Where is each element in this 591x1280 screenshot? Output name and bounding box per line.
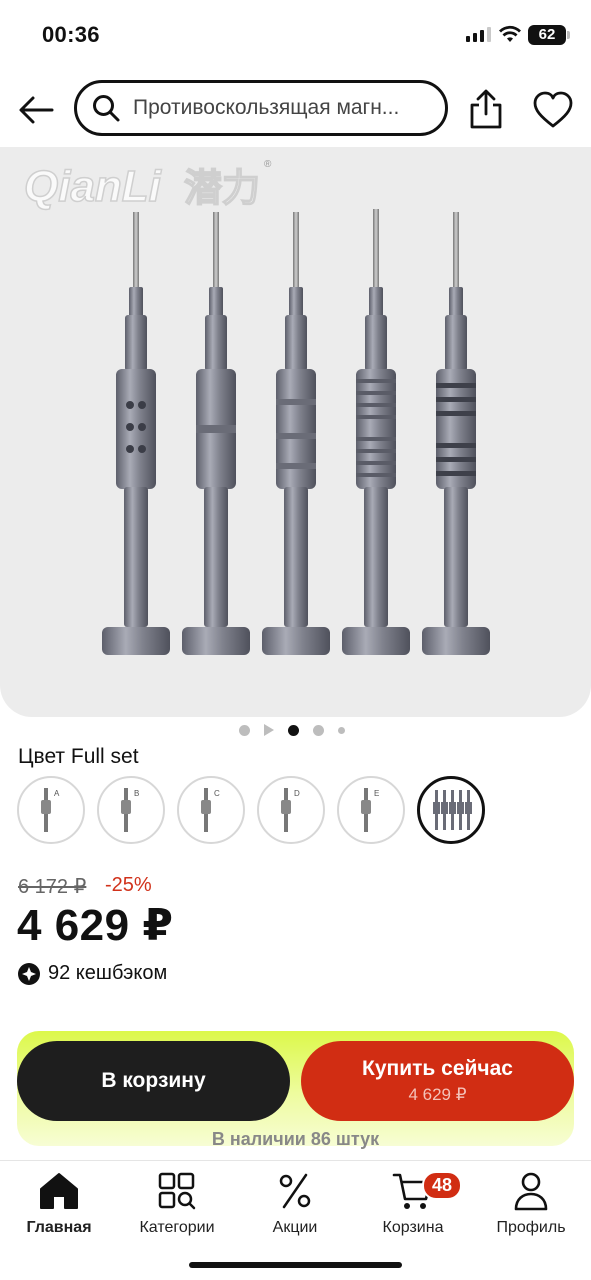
search-query: Противоскользящая магн... bbox=[133, 96, 400, 119]
add-to-cart-button[interactable]: В корзину bbox=[17, 1041, 290, 1121]
buy-now-price: 4 629 ₽ bbox=[408, 1085, 467, 1104]
stock-info: В наличии 86 штук bbox=[211, 1129, 380, 1149]
favorite-heart-icon[interactable] bbox=[532, 90, 574, 130]
status-time: 00:36 bbox=[42, 22, 100, 47]
svg-text:D: D bbox=[294, 789, 300, 798]
current-price: 4 629 ₽ bbox=[17, 901, 174, 950]
screwdriver-thumb-icon: D bbox=[281, 788, 300, 832]
buy-now-label: Купить сейчас bbox=[362, 1057, 513, 1080]
top-header: Противоскользящая магн... bbox=[0, 78, 591, 140]
video-play-dot-icon[interactable] bbox=[264, 724, 274, 736]
home-indicator[interactable] bbox=[189, 1262, 402, 1268]
wifi-icon bbox=[499, 25, 521, 42]
svg-text:C: C bbox=[214, 789, 220, 798]
swatch-full-set-selected[interactable] bbox=[417, 776, 485, 844]
color-label: Цвет Full set bbox=[18, 745, 139, 768]
back-arrow-icon[interactable] bbox=[16, 90, 56, 130]
swatch-e[interactable]: E bbox=[337, 776, 405, 844]
cashback-icon bbox=[18, 962, 40, 985]
color-swatches: A B C D E bbox=[17, 776, 485, 844]
status-bar: 00:36 62 bbox=[0, 0, 591, 70]
categories-icon bbox=[158, 1172, 196, 1210]
cashback-text: 92 кешбэком bbox=[48, 962, 168, 984]
tab-label: Акции bbox=[272, 1219, 318, 1236]
home-icon bbox=[40, 1173, 78, 1209]
screwdriver-set-thumb-icon bbox=[433, 790, 472, 830]
carousel-dot[interactable] bbox=[313, 724, 324, 736]
buy-panel: В корзину Купить сейчас 4 629 ₽ В наличи… bbox=[17, 1031, 574, 1149]
percent-icon bbox=[279, 1173, 311, 1209]
cellular-signal-icon bbox=[466, 26, 491, 42]
carousel-dot[interactable] bbox=[338, 726, 345, 734]
buy-now-button[interactable]: Купить сейчас 4 629 ₽ bbox=[301, 1041, 574, 1121]
profile-icon bbox=[514, 1172, 548, 1211]
tab-home[interactable]: Главная bbox=[0, 1169, 118, 1237]
image-carousel-dots[interactable] bbox=[239, 724, 345, 736]
old-price: 6 172 ₽ bbox=[18, 876, 87, 898]
screwdriver-thumb-icon: B bbox=[121, 788, 139, 832]
product-image[interactable]: QianLi 潜力 ® bbox=[0, 147, 591, 717]
search-input[interactable]: Противоскользящая магн... bbox=[74, 80, 448, 136]
share-icon[interactable] bbox=[466, 88, 506, 130]
discount-badge: -25% bbox=[105, 874, 152, 896]
carousel-dot-active[interactable] bbox=[288, 724, 299, 736]
search-icon bbox=[93, 95, 120, 122]
tab-label: Профиль bbox=[496, 1219, 566, 1236]
swatch-d[interactable]: D bbox=[257, 776, 325, 844]
battery-indicator: 62 bbox=[528, 25, 570, 45]
tab-label: Главная bbox=[26, 1219, 92, 1236]
svg-text:A: A bbox=[54, 789, 60, 798]
tab-profile[interactable]: Профиль bbox=[472, 1169, 590, 1237]
tab-label: Корзина bbox=[382, 1219, 444, 1236]
svg-text:B: B bbox=[134, 789, 139, 798]
tab-promotions[interactable]: Акции bbox=[236, 1169, 354, 1237]
screwdriver-thumb-icon: E bbox=[361, 788, 379, 832]
carousel-dot[interactable] bbox=[239, 724, 250, 736]
screwdriver-thumb-icon: A bbox=[41, 788, 60, 832]
cashback-info: 92 кешбэком bbox=[18, 962, 167, 985]
screwdriver-thumb-icon: C bbox=[201, 788, 220, 832]
swatch-c[interactable]: C bbox=[177, 776, 245, 844]
svg-text:E: E bbox=[374, 789, 379, 798]
swatch-b[interactable]: B bbox=[97, 776, 165, 844]
tab-categories[interactable]: Категории bbox=[118, 1169, 236, 1237]
tab-cart[interactable]: 48 Корзина bbox=[354, 1169, 472, 1237]
cart-count-badge: 48 bbox=[422, 1171, 463, 1200]
swatch-a[interactable]: A bbox=[17, 776, 85, 844]
tab-label: Категории bbox=[139, 1219, 215, 1236]
screwdriver-set-illustration bbox=[102, 209, 490, 655]
